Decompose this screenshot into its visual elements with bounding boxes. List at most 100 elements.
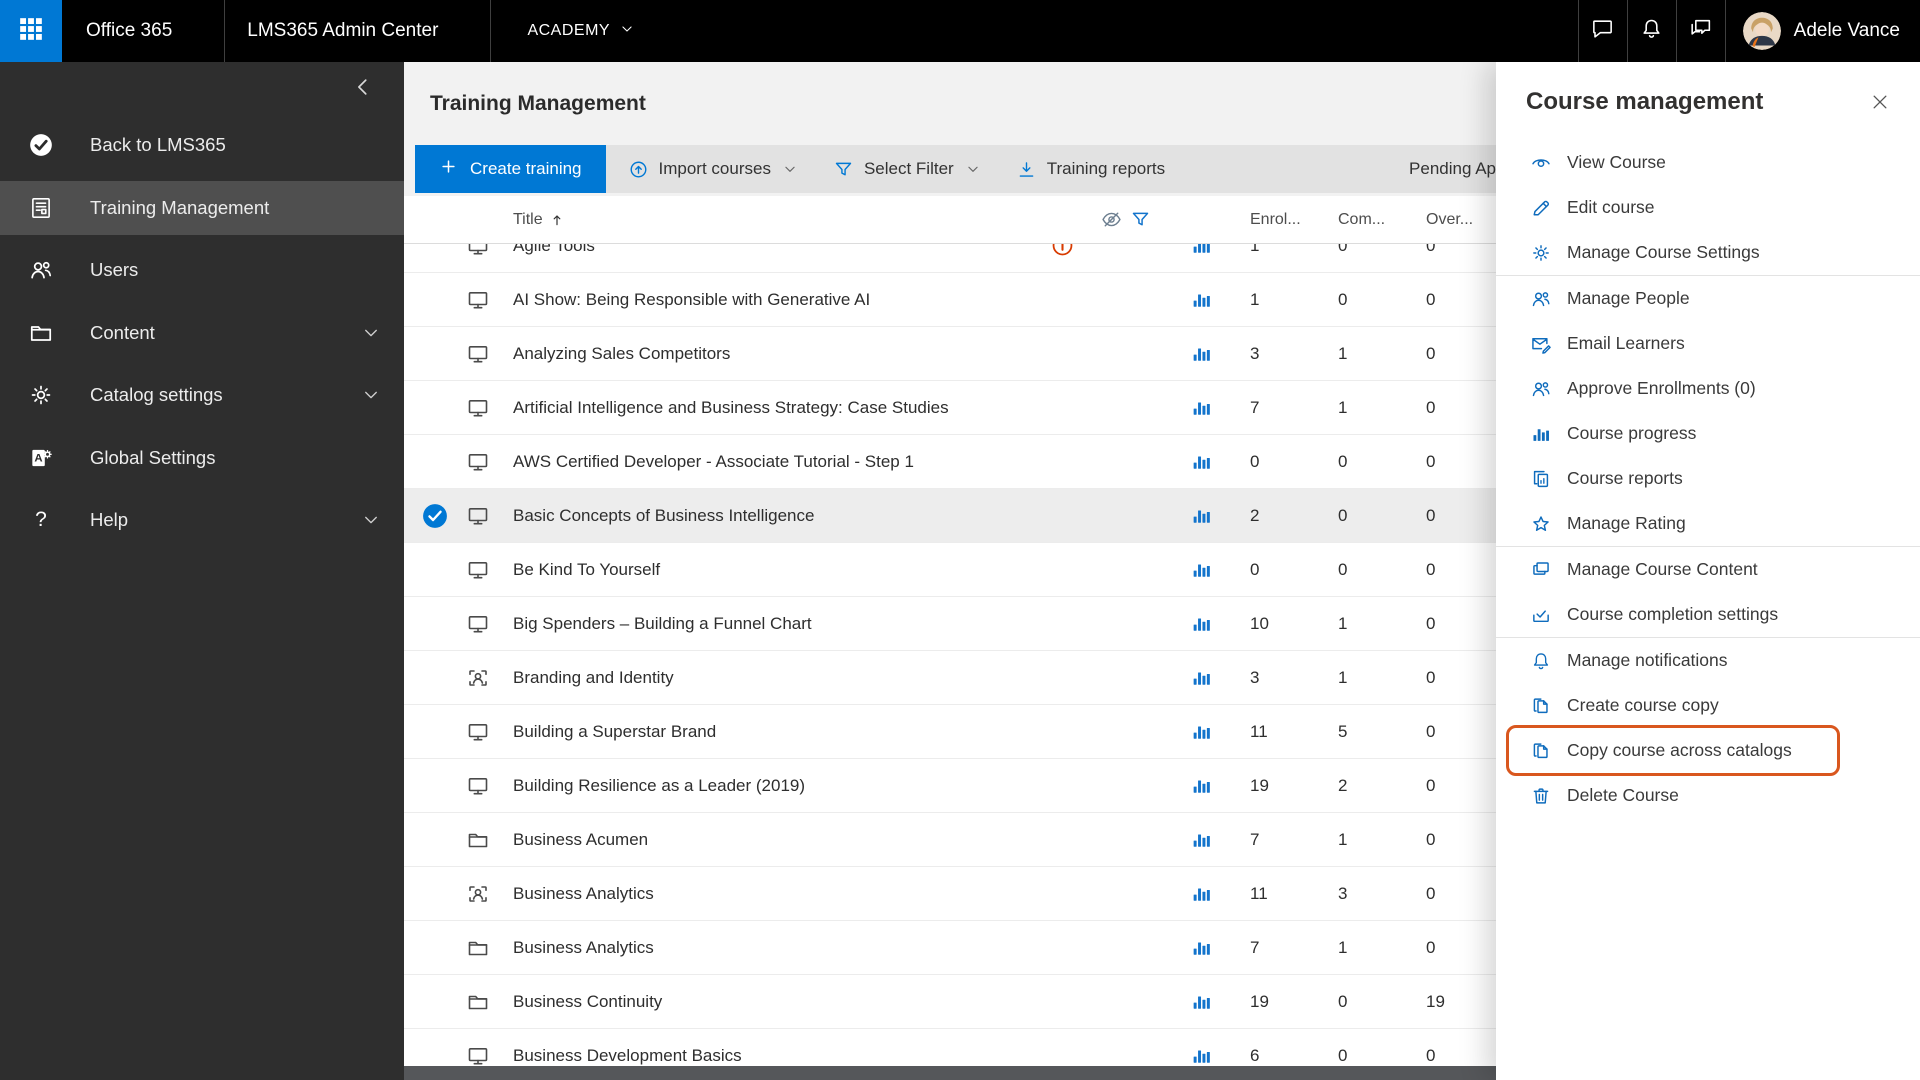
table-row-be-kind-to-yourself[interactable]: Be Kind To Yourself 0 0 0 (404, 543, 1496, 597)
course-progress-icon[interactable] (1180, 705, 1244, 758)
row-select-cell[interactable] (404, 651, 466, 704)
overdue-column-header[interactable]: Over... (1420, 196, 1496, 243)
row-select-cell[interactable] (404, 975, 466, 1028)
close-panel-button[interactable] (1870, 92, 1892, 114)
course-title[interactable]: AI Show: Being Responsible with Generati… (506, 273, 1040, 326)
sidebar-item-help[interactable]: ? Help (0, 493, 404, 547)
table-row-business-development-basics[interactable]: Business Development Basics 6 0 0 (404, 1029, 1496, 1066)
table-row-agile-tools[interactable]: Agile Tools 1 0 0 (404, 244, 1496, 273)
course-progress-icon[interactable] (1180, 975, 1244, 1028)
row-select-cell[interactable] (404, 543, 466, 596)
course-progress-icon[interactable] (1180, 651, 1244, 704)
panel-item-approve-enrollments-0[interactable]: Approve Enrollments (0) (1496, 366, 1920, 411)
enrolled-column-header[interactable]: Enrol... (1244, 196, 1332, 243)
table-row-basic-concepts-of-business-intelligence[interactable]: Basic Concepts of Business Intelligence 2… (404, 489, 1496, 543)
row-select-cell[interactable] (404, 327, 466, 380)
course-progress-icon[interactable] (1180, 435, 1244, 488)
office365-brand[interactable]: Office 365 (62, 0, 224, 62)
chat-button[interactable] (1579, 0, 1627, 62)
row-select-cell[interactable] (404, 813, 466, 866)
table-row-branding-and-identity[interactable]: Branding and Identity 3 1 0 (404, 651, 1496, 705)
table-row-business-analytics[interactable]: Business Analytics 11 3 0 (404, 867, 1496, 921)
table-row-building-resilience-as-a-leader-2019[interactable]: Building Resilience as a Leader (2019) 19… (404, 759, 1496, 813)
panel-item-manage-rating[interactable]: Manage Rating (1496, 501, 1920, 546)
select-all-cell[interactable] (404, 196, 466, 243)
course-progress-icon[interactable] (1180, 813, 1244, 866)
course-title[interactable]: Big Spenders – Building a Funnel Chart (506, 597, 1040, 650)
row-select-cell[interactable] (404, 244, 466, 272)
panel-item-edit-course[interactable]: Edit course (1496, 185, 1920, 230)
panel-item-copy-course-across-catalogs[interactable]: Copy course across catalogs (1496, 725, 1920, 776)
table-row-building-a-superstar-brand[interactable]: Building a Superstar Brand 11 5 0 (404, 705, 1496, 759)
row-select-cell[interactable] (404, 597, 466, 650)
row-select-cell[interactable] (404, 759, 466, 812)
row-select-cell[interactable] (404, 705, 466, 758)
course-title[interactable]: Building a Superstar Brand (506, 705, 1040, 758)
course-title[interactable]: Business Analytics (506, 867, 1040, 920)
panel-item-manage-course-content[interactable]: Manage Course Content (1496, 547, 1920, 592)
course-progress-icon[interactable] (1180, 273, 1244, 326)
panel-item-course-completion-settings[interactable]: Course completion settings (1496, 592, 1920, 637)
course-progress-icon[interactable] (1180, 381, 1244, 434)
sidebar-item-back-to-lms365[interactable]: Back to LMS365 (0, 118, 404, 172)
course-title[interactable]: Business Continuity (506, 975, 1040, 1028)
table-row-aws-certified-developer-associate-tutorial-step-1[interactable]: AWS Certified Developer - Associate Tuto… (404, 435, 1496, 489)
column-filter-indicators[interactable] (1084, 196, 1180, 243)
row-select-cell[interactable] (404, 921, 466, 974)
table-row-big-spenders-building-a-funnel-chart[interactable]: Big Spenders – Building a Funnel Chart 10… (404, 597, 1496, 651)
table-row-ai-show-being-responsible-with-generative-ai[interactable]: AI Show: Being Responsible with Generati… (404, 273, 1496, 327)
row-select-cell[interactable] (404, 1029, 466, 1066)
admin-center-title[interactable]: LMS365 Admin Center (225, 0, 490, 62)
row-select-cell[interactable] (404, 867, 466, 920)
table-row-analyzing-sales-competitors[interactable]: Analyzing Sales Competitors 3 1 0 (404, 327, 1496, 381)
course-title[interactable]: Business Acumen (506, 813, 1040, 866)
account-menu[interactable]: Adele Vance (1726, 0, 1920, 62)
create-training-button[interactable]: Create training (415, 145, 606, 193)
course-progress-icon[interactable] (1180, 244, 1244, 272)
table-row-business-analytics[interactable]: Business Analytics 7 1 0 (404, 921, 1496, 975)
feedback-button[interactable] (1677, 0, 1725, 62)
panel-item-create-course-copy[interactable]: Create course copy (1496, 683, 1920, 728)
course-title[interactable]: Branding and Identity (506, 651, 1040, 704)
table-row-business-acumen[interactable]: Business Acumen 7 1 0 (404, 813, 1496, 867)
course-title[interactable]: Business Analytics (506, 921, 1040, 974)
sidebar-item-training-management[interactable]: Training Management (0, 180, 404, 235)
course-progress-icon[interactable] (1180, 327, 1244, 380)
horizontal-scrollbar[interactable] (404, 1066, 1496, 1080)
panel-item-manage-course-settings[interactable]: Manage Course Settings (1496, 230, 1920, 275)
course-title[interactable]: AWS Certified Developer - Associate Tuto… (506, 435, 1040, 488)
row-select-cell[interactable] (404, 435, 466, 488)
course-progress-icon[interactable] (1180, 921, 1244, 974)
course-title[interactable]: Basic Concepts of Business Intelligence (506, 489, 1040, 542)
row-select-cell[interactable] (404, 489, 466, 542)
panel-item-delete-course[interactable]: Delete Course (1496, 773, 1920, 818)
select-filter-button[interactable]: Select Filter (819, 145, 994, 193)
training-reports-button[interactable]: Training reports (1002, 145, 1179, 193)
panel-item-view-course[interactable]: View Course (1496, 140, 1920, 185)
sidebar-item-users[interactable]: Users (0, 243, 404, 297)
row-select-cell[interactable] (404, 273, 466, 326)
sidebar-item-catalog-settings[interactable]: Catalog settings (0, 368, 404, 422)
panel-item-course-progress[interactable]: Course progress (1496, 411, 1920, 456)
panel-item-course-reports[interactable]: Course reports (1496, 456, 1920, 501)
table-row-artificial-intelligence-and-business-strategy-case-studies[interactable]: Artificial Intelligence and Business Str… (404, 381, 1496, 435)
pending-approvals-button[interactable]: Pending Ap (1409, 145, 1496, 193)
completed-column-header[interactable]: Com... (1332, 196, 1420, 243)
sidebar-item-content[interactable]: Content (0, 306, 404, 360)
app-launcher-button[interactable] (0, 0, 62, 62)
tenant-switcher[interactable]: ACADEMY (491, 0, 660, 62)
row-select-cell[interactable] (404, 381, 466, 434)
course-progress-icon[interactable] (1180, 543, 1244, 596)
course-title[interactable]: Building Resilience as a Leader (2019) (506, 759, 1040, 812)
panel-item-email-learners[interactable]: Email Learners (1496, 321, 1920, 366)
course-title[interactable]: Analyzing Sales Competitors (506, 327, 1040, 380)
panel-item-manage-notifications[interactable]: Manage notifications (1496, 638, 1920, 683)
course-progress-icon[interactable] (1180, 867, 1244, 920)
course-title[interactable]: Business Development Basics (506, 1029, 1040, 1066)
course-title[interactable]: Artificial Intelligence and Business Str… (506, 381, 1040, 434)
sidebar-collapse-button[interactable] (352, 76, 382, 106)
notifications-button[interactable] (1628, 0, 1676, 62)
panel-item-manage-people[interactable]: Manage People (1496, 276, 1920, 321)
import-courses-button[interactable]: Import courses (614, 145, 811, 193)
course-title[interactable]: Be Kind To Yourself (506, 543, 1040, 596)
